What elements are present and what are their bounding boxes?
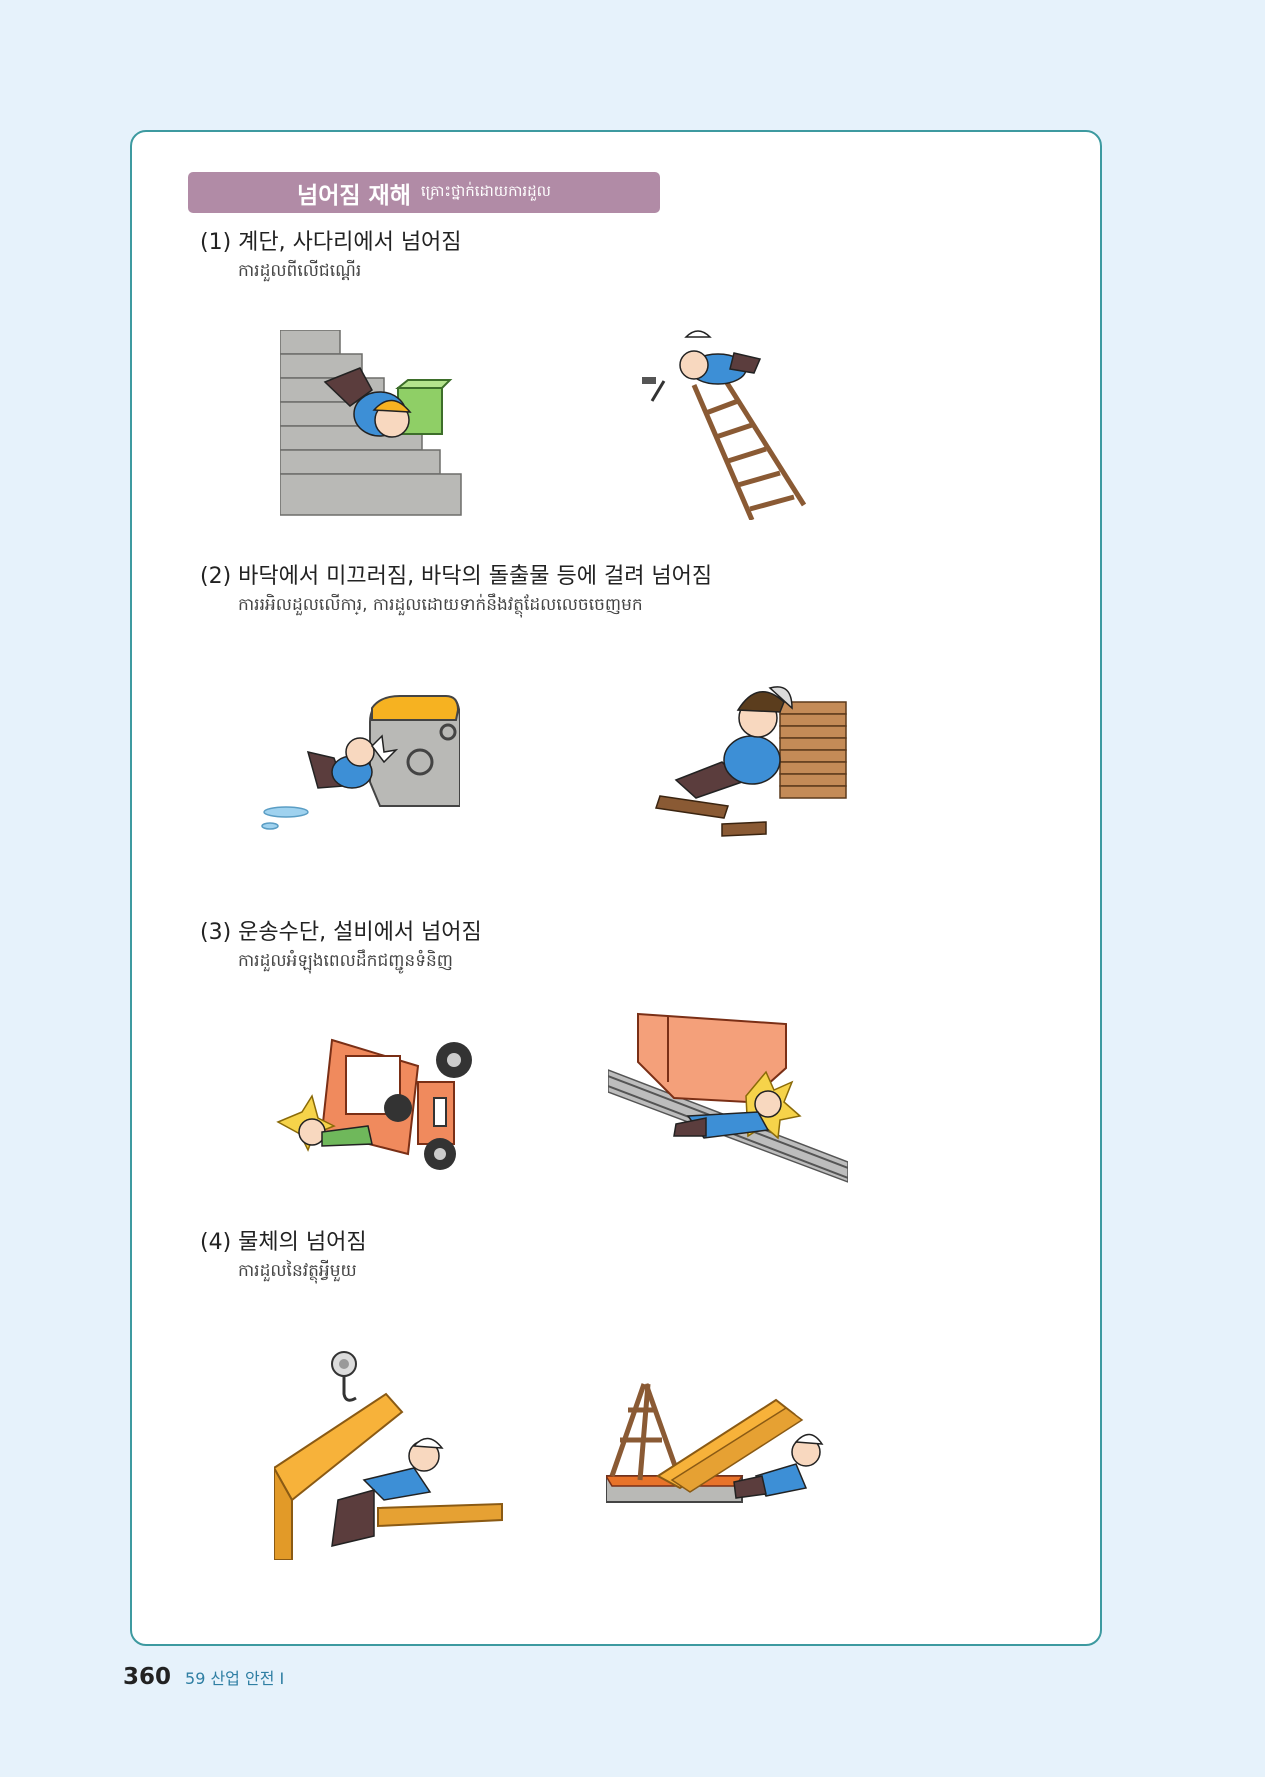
illustration-forklift-tipover bbox=[268, 1036, 478, 1172]
section-subtitle: ការដួលនៃវត្ថុអ្វីមួយ bbox=[238, 1261, 357, 1281]
page-footer: 360 59 산업 안전 I bbox=[123, 1664, 284, 1690]
section-subtitle: ការដួលពីលើជណ្តើរ bbox=[238, 261, 362, 281]
illustration-cart-on-rails bbox=[608, 1012, 848, 1208]
content-card: 넘어짐 재해 គ្រោះថ្នាក់ដោយការដួល (1) 계단, 사다리에… bbox=[130, 130, 1102, 1646]
section-title: (2) 바닥에서 미끄러짐, 바닥의 돌출물 등에 걸려 넘어짐 bbox=[200, 564, 713, 589]
header-title-khmer: គ្រោះថ្នាក់ដោយការដួល bbox=[420, 181, 551, 200]
section-subtitle: ការរអិលដួលលើការ្, ការដួលដោយទាក់នឹងវត្ថុដ… bbox=[238, 595, 643, 615]
section-object-tipover: (4) 물체의 넘어짐 ការដួលនៃវត្ថុអ្វីមួយ bbox=[200, 1224, 367, 1285]
section-title: (3) 운송수단, 설비에서 넘어짐 bbox=[200, 920, 482, 945]
section-title: (4) 물체의 넘어짐 bbox=[200, 1230, 367, 1255]
section-vehicle-equipment: (3) 운송수단, 설비에서 넘어짐 ការដួលអំឡុងពេលដឹកជញ្ជ… bbox=[200, 914, 482, 975]
illustration-slip-on-wet-floor bbox=[260, 692, 460, 842]
page-number: 360 bbox=[123, 1664, 172, 1690]
illustration-fall-from-ladder bbox=[634, 325, 829, 520]
section-header-bar: 넘어짐 재해 គ្រោះថ្នាក់ដោយការដួល bbox=[188, 172, 660, 213]
illustration-trip-on-lumber bbox=[632, 672, 847, 847]
book-title: 59 산업 안전 I bbox=[185, 1669, 285, 1688]
section-title: (1) 계단, 사다리에서 넘어짐 bbox=[200, 230, 462, 255]
header-title-korean: 넘어짐 재해 bbox=[297, 182, 411, 209]
illustration-falling-boards-from-rack bbox=[606, 1380, 826, 1520]
section-slip-trip: (2) 바닥에서 미끄러짐, 바닥의 돌출물 등에 걸려 넘어짐 ការរអិល… bbox=[200, 558, 712, 619]
section-subtitle: ការដួលអំឡុងពេលដឹកជញ្ជូនទំនិញ bbox=[238, 951, 453, 971]
illustration-falling-slab-from-crane bbox=[274, 1350, 504, 1560]
illustration-fall-down-stairs bbox=[280, 330, 462, 516]
section-stairs-ladder: (1) 계단, 사다리에서 넘어짐 ការដួលពីលើជណ្តើរ bbox=[200, 224, 462, 285]
